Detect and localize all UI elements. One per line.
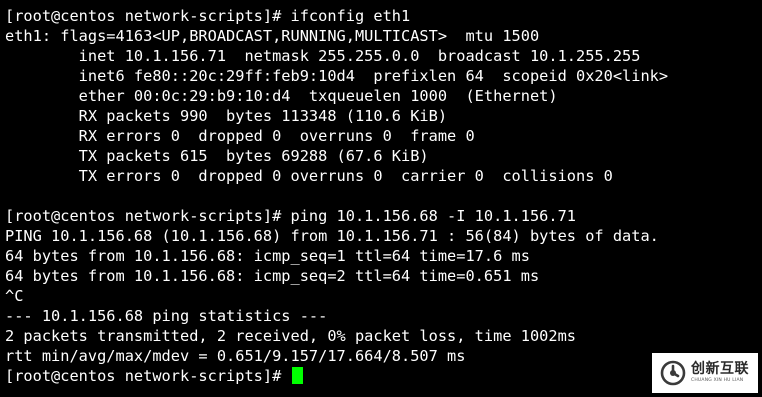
- text-cursor: [291, 367, 303, 384]
- terminal-output: [root@centos network-scripts]# ifconfig …: [5, 6, 762, 366]
- watermark-text: 创新互联 CHUANG XIN HU LIAN: [691, 362, 749, 384]
- output-line: PING 10.1.156.68 (10.1.156.68) from 10.1…: [5, 227, 659, 245]
- output-line: RX packets 990 bytes 113348 (110.6 KiB): [5, 107, 448, 125]
- output-line: inet 10.1.156.71 netmask 255.255.0.0 bro…: [5, 47, 641, 65]
- output-line: TX errors 0 dropped 0 overruns 0 carrier…: [5, 167, 613, 185]
- shell-prompt: [root@centos network-scripts]#: [5, 367, 291, 385]
- output-line: 64 bytes from 10.1.156.68: icmp_seq=1 tt…: [5, 247, 530, 265]
- output-line: TX packets 615 bytes 69288 (67.6 KiB): [5, 147, 429, 165]
- watermark: 创新互联 CHUANG XIN HU LIAN: [652, 353, 758, 393]
- output-line: RX errors 0 dropped 0 overruns 0 frame 0: [5, 127, 475, 145]
- output-line: rtt min/avg/max/mdev = 0.651/9.157/17.66…: [5, 347, 466, 365]
- brand-logo-icon: [660, 360, 686, 386]
- output-line: [root@centos network-scripts]# ping 10.1…: [5, 207, 576, 225]
- output-line: [root@centos network-scripts]# ifconfig …: [5, 7, 411, 25]
- output-line: ^C: [5, 287, 24, 305]
- output-line: eth1: flags=4163<UP,BROADCAST,RUNNING,MU…: [5, 27, 540, 45]
- output-line: 2 packets transmitted, 2 received, 0% pa…: [5, 327, 576, 345]
- watermark-name: 创新互联: [691, 361, 749, 378]
- watermark-subtitle: CHUANG XIN HU LIAN: [691, 378, 744, 384]
- output-line: --- 10.1.156.68 ping statistics ---: [5, 307, 328, 325]
- output-line: inet6 fe80::20c:29ff:feb9:10d4 prefixlen…: [5, 67, 669, 85]
- prompt-line[interactable]: [root@centos network-scripts]#: [5, 366, 762, 386]
- output-line: 64 bytes from 10.1.156.68: icmp_seq=2 tt…: [5, 267, 540, 285]
- terminal-window[interactable]: [root@centos network-scripts]# ifconfig …: [0, 0, 762, 397]
- output-line: ether 00:0c:29:b9:10:d4 txqueuelen 1000 …: [5, 87, 558, 105]
